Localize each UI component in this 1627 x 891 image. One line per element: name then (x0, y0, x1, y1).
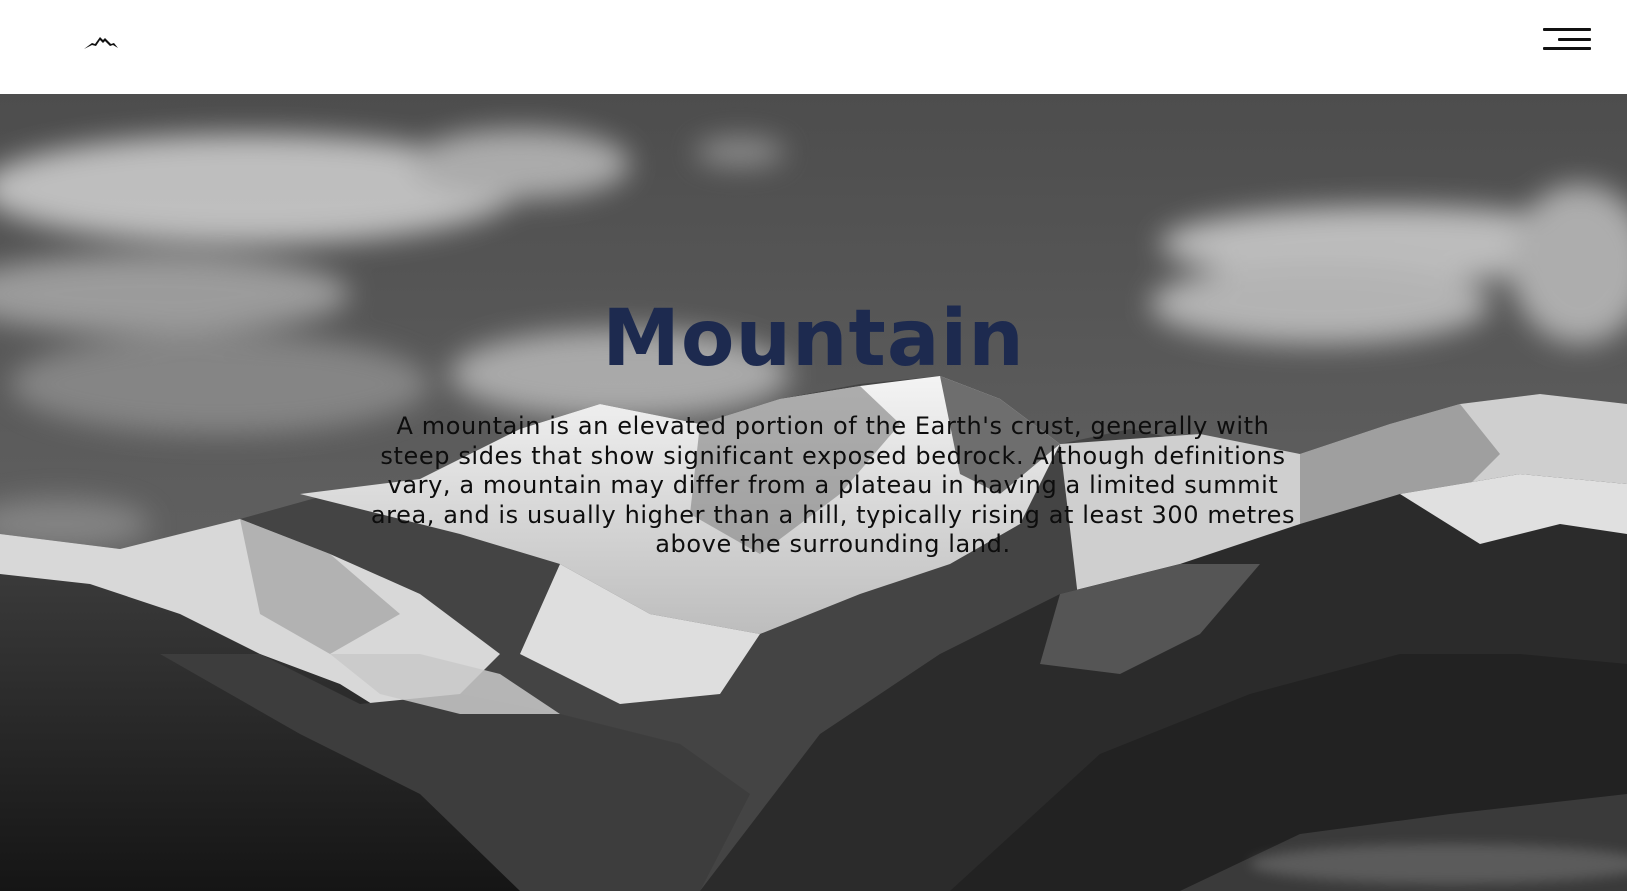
menu-line-icon (1543, 47, 1591, 50)
menu-line-icon (1543, 28, 1591, 31)
hero-title: Mountain (602, 294, 1025, 384)
menu-line-icon (1558, 38, 1591, 41)
mountain-logo-icon[interactable] (84, 34, 118, 50)
site-header (0, 0, 1627, 94)
hero-section: Mountain A mountain is an elevated porti… (0, 94, 1627, 891)
hero-description: A mountain is an elevated portion of the… (370, 412, 1296, 558)
hamburger-menu-button[interactable] (1538, 24, 1592, 54)
